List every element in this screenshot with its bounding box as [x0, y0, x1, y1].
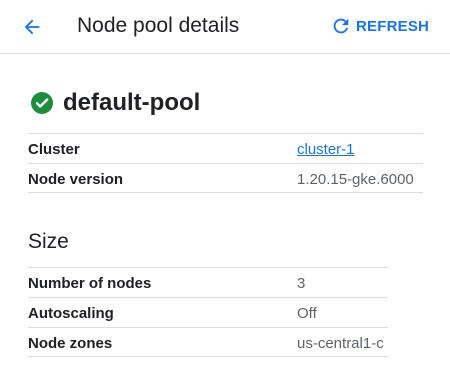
size-row-number-of-nodes: Number of nodes 3 — [28, 267, 388, 297]
refresh-button[interactable]: REFRESH — [330, 13, 429, 39]
cluster-link[interactable]: cluster-1 — [297, 141, 355, 158]
check-circle-icon — [31, 92, 53, 114]
size-label: Number of nodes — [28, 275, 152, 292]
pool-header: default-pool — [30, 88, 200, 118]
size-label: Autoscaling — [28, 305, 114, 322]
refresh-label: REFRESH — [356, 17, 430, 35]
pool-name: default-pool — [63, 89, 201, 116]
detail-label: Node version — [28, 171, 124, 188]
arrow-left-icon — [24, 19, 40, 35]
page-title: Node pool details — [77, 14, 240, 37]
section-title-size: Size — [28, 230, 69, 253]
detail-value: 1.20.15-gke.6000 — [297, 171, 414, 188]
size-row-node-zones: Node zones us-central1-c — [28, 327, 388, 357]
detail-row-cluster: Cluster cluster-1 — [28, 133, 423, 163]
app-bar: Node pool details REFRESH — [0, 0, 450, 54]
size-value: Off — [297, 305, 317, 322]
size-value: 3 — [297, 275, 306, 292]
refresh-icon — [330, 15, 352, 37]
size-label: Node zones — [28, 335, 113, 352]
size-row-autoscaling: Autoscaling Off — [28, 297, 388, 327]
detail-row-node-version: Node version 1.20.15-gke.6000 — [28, 163, 423, 193]
detail-label: Cluster — [28, 141, 80, 158]
back-button[interactable] — [16, 12, 48, 42]
size-value: us-central1-c — [297, 335, 384, 352]
